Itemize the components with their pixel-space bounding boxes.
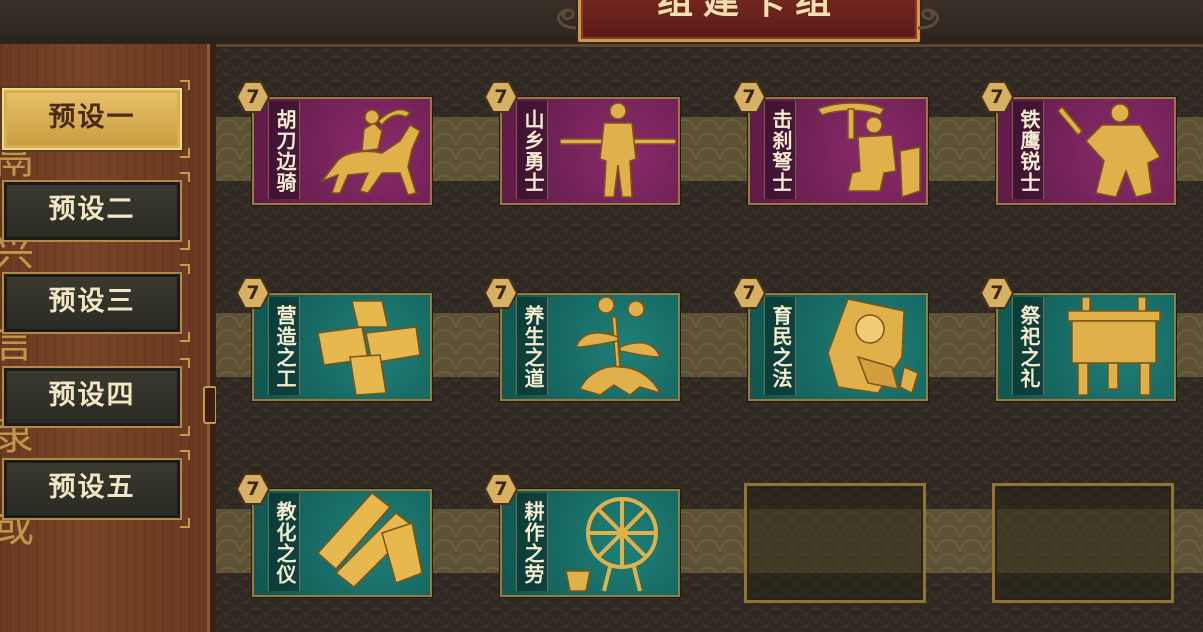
card-cost: 7 — [246, 282, 260, 304]
card-name: 铁鹰锐士 — [1017, 109, 1041, 193]
card-cost: 7 — [246, 86, 260, 108]
card-name: 养生之道 — [521, 305, 545, 389]
card-name: 耕作之劳 — [521, 501, 545, 585]
empty-card-slot[interactable] — [744, 483, 926, 603]
preset-sidebar: 鬲 兴 言 隶 或 预设一 预设二 预设三 预设四 预设五 — [0, 44, 216, 632]
bamboo-scrolls-icon — [316, 493, 423, 588]
preset-3-button[interactable]: 预设三 — [2, 264, 190, 342]
horse-rider-icon — [319, 108, 421, 196]
card-name: 击刹弩士 — [769, 109, 793, 193]
crossbowman-icon — [816, 102, 921, 199]
swaddled-baby-icon — [827, 298, 919, 395]
card-tieying-ruishi[interactable]: 铁鹰锐士 7 — [980, 81, 1176, 205]
preset-4-button[interactable]: 预设四 — [2, 358, 190, 436]
card-cost: 7 — [990, 282, 1004, 304]
card-cost: 7 — [990, 86, 1004, 108]
panel-hinge — [203, 386, 217, 424]
card-cost: 7 — [742, 86, 756, 108]
page-title: 组建卡组 — [578, 0, 920, 42]
card-name: 营造之工 — [273, 305, 297, 389]
card-name: 胡刀边骑 — [273, 109, 297, 193]
card-jisi-zhili[interactable]: 祭祀之礼 7 — [980, 277, 1176, 401]
card-name: 山乡勇士 — [521, 109, 545, 193]
preset-5-button[interactable]: 预设五 — [2, 450, 190, 528]
page-title-text: 组建卡组 — [656, 0, 841, 22]
empty-card-slot[interactable] — [992, 483, 1174, 603]
card-yingzao-zhigong[interactable]: 营造之工 7 — [236, 277, 432, 401]
preset-1-button[interactable]: 预设一 — [2, 80, 190, 158]
card-name: 育民之法 — [769, 305, 793, 389]
card-cost: 7 — [742, 282, 756, 304]
card-jisha-nushi[interactable]: 击刹弩士 7 — [732, 81, 928, 205]
card-cost: 7 — [494, 282, 508, 304]
timber-blocks-icon — [317, 300, 421, 396]
card-gengzuo-zhilao[interactable]: 耕作之劳 7 — [484, 473, 680, 597]
cloud-ornament-icon — [917, 8, 939, 30]
card-yangsheng-zhidao[interactable]: 养生之道 7 — [484, 277, 680, 401]
card-cost: 7 — [494, 86, 508, 108]
card-name: 教化之仪 — [273, 501, 297, 585]
spear-warrior-icon — [560, 102, 676, 198]
top-bar: 组建卡组 — [0, 0, 1203, 47]
bronze-ding-icon — [1067, 297, 1161, 396]
card-jiaohua-zhiyi[interactable]: 教化之仪 7 — [236, 473, 432, 597]
card-grid: 胡刀边骑 7 山乡勇士 7 击刹弩士 7 铁鹰锐士 7 营造之工 7 养生之道 … — [216, 47, 1203, 632]
waterwheel-icon — [565, 497, 658, 592]
card-hudao-bianqi[interactable]: 胡刀边骑 7 — [236, 81, 432, 205]
cloud-ornament-icon — [557, 8, 579, 30]
card-shanxiang-yongshi[interactable]: 山乡勇士 7 — [484, 81, 680, 205]
preset-2-button[interactable]: 预设二 — [2, 172, 190, 250]
card-yumin-zhifa[interactable]: 育民之法 7 — [732, 277, 928, 401]
sword-warrior-icon — [1056, 103, 1162, 198]
herb-plant-icon — [574, 297, 662, 396]
card-cost: 7 — [246, 478, 260, 500]
card-cost: 7 — [494, 478, 508, 500]
card-name: 祭祀之礼 — [1017, 305, 1041, 389]
